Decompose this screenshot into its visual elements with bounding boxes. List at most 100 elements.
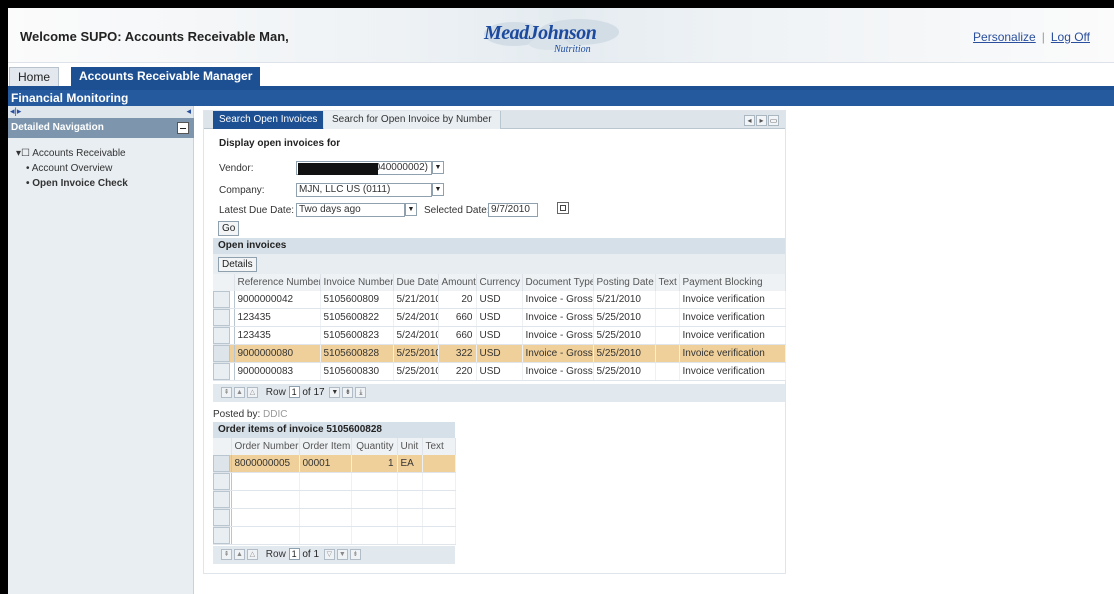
first-page-icon[interactable]: ⇞	[221, 548, 232, 560]
row-selector[interactable]	[213, 455, 232, 473]
table-cell: 8000000005	[231, 455, 300, 473]
column-header[interactable]: Currency	[476, 274, 523, 291]
row-selector[interactable]	[213, 490, 232, 509]
table-cell	[397, 508, 423, 527]
tree-node-accounts-receivable[interactable]: ▾☐ Accounts Receivable	[16, 146, 128, 161]
order-items-header: Order items of invoice 5105600828	[213, 422, 455, 438]
table-cell: Invoice verification	[679, 308, 786, 327]
welcome-text: Welcome SUPO: Accounts Receivable Man,	[20, 29, 289, 44]
table-cell: 220	[438, 362, 477, 381]
column-header[interactable]: Order Number	[231, 438, 300, 455]
prev-row-icon[interactable]: △	[247, 548, 258, 560]
table-row[interactable]: 8000000005 00001 1 EA	[213, 455, 456, 473]
company-dropdown-icon[interactable]: ▼	[432, 183, 444, 196]
personalize-link[interactable]: Personalize	[973, 30, 1036, 44]
table-row[interactable]: 9000000042 5105600809 5/21/2010 20 USD Invoic…	[213, 291, 786, 309]
tab-search-by-number[interactable]: Search for Open Invoice by Number	[324, 111, 501, 129]
tab-home[interactable]: Home	[9, 67, 60, 86]
table-cell: 5/25/2010	[393, 344, 439, 363]
table-cell: 660	[438, 308, 477, 327]
tab-list-icon[interactable]: ▭	[768, 115, 779, 126]
vendor-label: Vendor:	[219, 163, 254, 174]
table-row[interactable]: 9000000083 5105600830 5/25/2010 220 USD Invoi…	[213, 362, 786, 381]
last-page-icon[interactable]: ⇟	[349, 548, 361, 560]
table-header-row: Reference Number Invoice Number Due Date Am…	[213, 274, 786, 291]
next-page-icon[interactable]: ⇟	[342, 386, 354, 398]
column-header[interactable]: Unit	[397, 438, 423, 455]
table-cell: 9000000083	[234, 362, 321, 381]
tab-next-icon[interactable]: ▸	[756, 115, 767, 126]
row-selector[interactable]	[213, 508, 232, 527]
row-selector[interactable]	[213, 326, 235, 345]
next-row-icon[interactable]: ▽	[323, 548, 335, 560]
tree-node-open-invoice-check[interactable]: • Open Invoice Check	[16, 176, 128, 191]
column-header[interactable]: Amount	[438, 274, 477, 291]
table-row[interactable]: 9000000080 5105600828 5/25/2010 322 USD Invoi…	[213, 344, 786, 363]
table-row[interactable]	[213, 526, 456, 545]
table-row[interactable]	[213, 472, 456, 491]
row-input[interactable]: 1	[288, 386, 300, 399]
due-date-dropdown-icon[interactable]: ▼	[405, 203, 417, 216]
tab-prev-icon[interactable]: ◂	[744, 115, 755, 126]
row-input[interactable]: 1	[288, 548, 300, 561]
row-selector[interactable]	[213, 344, 235, 363]
prev-page-icon[interactable]: ▲	[234, 386, 245, 398]
column-header[interactable]: Reference Number	[234, 274, 321, 291]
column-header[interactable]: Order Item	[299, 438, 352, 455]
row-selector[interactable]	[213, 526, 232, 545]
details-button[interactable]: Details	[218, 257, 257, 272]
next-page-icon[interactable]: ▼	[336, 548, 348, 560]
table-cell: Invoice - Gross	[522, 326, 594, 345]
tab-accounts-receivable-manager[interactable]: Accounts Receivable Manager	[71, 67, 261, 86]
table-cell: EA	[397, 455, 423, 473]
first-page-icon[interactable]: ⇞	[221, 386, 232, 398]
prev-page-icon[interactable]: ▲	[234, 548, 245, 560]
portal-frame: Welcome SUPO: Accounts Receivable Man, M…	[8, 8, 1114, 594]
column-header[interactable]: Quantity	[351, 438, 398, 455]
selected-date-field[interactable]: 9/7/2010	[488, 203, 538, 217]
row-selector[interactable]	[213, 291, 235, 309]
company-field[interactable]: MJN, LLC US (0111)	[296, 183, 432, 197]
detailed-navigation-header: Detailed Navigation	[8, 118, 194, 138]
table-cell: 20	[438, 291, 477, 309]
navigation-tree: ▾☐ Accounts Receivable • Account Overvie…	[16, 146, 128, 191]
table-cell	[397, 490, 423, 509]
column-header[interactable]: Posting Date	[593, 274, 656, 291]
selected-date-label: Selected Date:	[424, 205, 490, 216]
table-cell	[351, 526, 398, 545]
table-cell: 5/24/2010	[393, 326, 439, 345]
row-selector[interactable]	[213, 472, 232, 491]
logoff-link[interactable]: Log Off	[1051, 30, 1090, 44]
row-selector[interactable]	[213, 308, 235, 327]
last-page-icon[interactable]: ⤓	[355, 386, 367, 398]
column-header[interactable]: Document Type	[522, 274, 594, 291]
go-button[interactable]: Go	[218, 221, 240, 236]
due-date-label: Latest Due Date:	[219, 205, 295, 216]
tree-node-account-overview[interactable]: • Account Overview	[16, 161, 128, 176]
collapse-left-icon[interactable]: ◂	[186, 106, 191, 117]
tab-search-open-invoices[interactable]: Search Open Invoices	[213, 111, 324, 129]
column-header[interactable]: Invoice Number	[320, 274, 394, 291]
table-row[interactable]	[213, 508, 456, 527]
collapse-icon[interactable]	[177, 122, 189, 134]
table-cell: 123435	[234, 326, 321, 345]
row-selector[interactable]	[213, 362, 235, 381]
table-row[interactable]: 123435 5105600822 5/24/2010 660 USD Invoice -…	[213, 308, 786, 327]
display-title: Display open invoices for	[219, 138, 341, 149]
panel-resize-icon[interactable]: ◂|▸	[10, 106, 21, 117]
redaction-block	[298, 163, 378, 175]
vendor-dropdown-icon[interactable]: ▼	[432, 161, 444, 174]
column-header[interactable]: Text	[422, 438, 456, 455]
row-label: Row	[265, 549, 286, 560]
column-header[interactable]: Text	[655, 274, 680, 291]
column-header[interactable]: Due Date	[393, 274, 439, 291]
table-cell: 5105600822	[320, 308, 394, 327]
calendar-icon[interactable]	[557, 202, 569, 214]
column-header[interactable]: Payment Blocking	[679, 274, 786, 291]
table-row[interactable]: 123435 5105600823 5/24/2010 660 USD Invoice -…	[213, 326, 786, 345]
prev-row-icon[interactable]: △	[247, 386, 258, 398]
table-row[interactable]	[213, 490, 456, 509]
due-date-select[interactable]: Two days ago	[296, 203, 405, 217]
content-tabs: Search Open Invoices Search for Open Inv…	[204, 111, 785, 129]
next-row-icon[interactable]: ▼	[329, 386, 341, 398]
